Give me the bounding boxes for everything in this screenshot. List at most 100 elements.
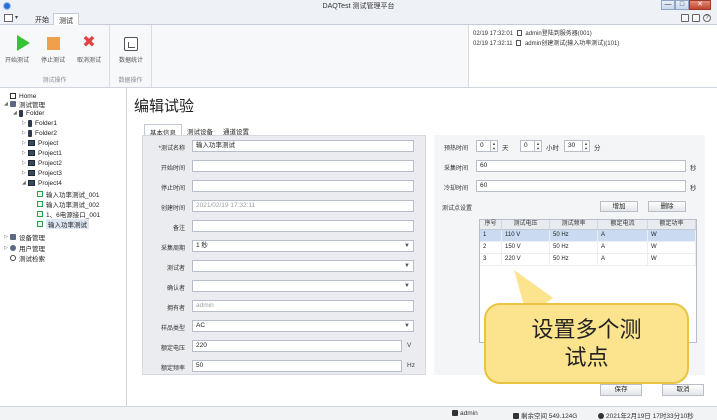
cool-time-input[interactable]: 60 xyxy=(476,180,686,192)
table-cell[interactable]: 50 Hz xyxy=(550,230,598,241)
test-icon xyxy=(37,201,43,207)
name-input[interactable]: 输入功率测试 xyxy=(192,140,414,152)
spin-buttons-icon[interactable]: ▲ ▼ xyxy=(582,141,589,151)
period-select[interactable]: 1 秒 ▼ xyxy=(192,240,414,252)
collect-time-input[interactable]: 60 xyxy=(476,160,686,172)
column-header[interactable]: 测试频率 xyxy=(550,220,598,229)
start-test-label: 开始测试 xyxy=(4,58,29,64)
minutes-unit: 分 xyxy=(594,145,601,152)
device-manage-icon xyxy=(10,234,16,240)
callout-annotation: 设置多个测 试点 xyxy=(484,303,689,384)
tester-label: 测试者 xyxy=(166,266,185,272)
note-input[interactable] xyxy=(192,220,414,232)
column-header[interactable]: 额定功率 xyxy=(648,220,696,229)
table-cell[interactable]: W xyxy=(648,230,696,241)
test-icon xyxy=(37,221,43,227)
quick-access-icon[interactable] xyxy=(4,14,13,22)
tree-item-label: 设备管理 xyxy=(19,235,45,242)
cancel-test-button[interactable]: ✖ 取消测试 xyxy=(76,35,102,65)
dropdown-arrow-icon[interactable]: ▼ xyxy=(404,241,410,251)
delete-point-button[interactable]: 删除 xyxy=(648,201,686,212)
tab-test[interactable]: 测试 xyxy=(53,13,79,25)
table-cell[interactable]: 110 V xyxy=(502,230,550,241)
table-cell[interactable]: A xyxy=(598,242,648,253)
tree-item[interactable]: ▷ Project1 xyxy=(22,148,62,158)
tree-item[interactable]: ◢ Project4 xyxy=(22,178,62,188)
user-icon xyxy=(452,410,458,416)
start-label: 开始时间 xyxy=(160,166,185,172)
layout-icon[interactable] xyxy=(681,14,689,22)
project-icon xyxy=(28,170,35,176)
status-bar: admin 剩余空间 549.124G 2021年2月19日 17时33分10秒 xyxy=(0,406,717,420)
table-cell[interactable]: 50 Hz xyxy=(550,254,598,265)
save-button[interactable]: 保存 xyxy=(600,384,642,396)
start-input[interactable] xyxy=(192,160,414,172)
voltage-input[interactable]: 220 xyxy=(192,340,402,352)
frequency-input[interactable]: 50 xyxy=(192,360,402,372)
collect-time-label: 采集时间 xyxy=(443,166,468,172)
tree-item[interactable]: ▷ 用户管理 xyxy=(4,243,45,253)
preheat-hours-input[interactable]: 0 ▲ ▼ xyxy=(520,140,542,152)
spin-buttons-icon[interactable]: ▲ ▼ xyxy=(534,141,541,151)
cancel-button[interactable]: 取消 xyxy=(662,384,704,396)
maximize-button[interactable]: □ xyxy=(675,0,689,10)
data-stats-button[interactable]: 数据统计 xyxy=(116,35,146,64)
spin-buttons-icon[interactable]: ▲ ▼ xyxy=(490,141,497,151)
tab-channel-settings[interactable]: 通道设置 xyxy=(218,124,254,136)
tree-item[interactable]: ▷ Project xyxy=(22,138,58,148)
minimize-button[interactable]: — xyxy=(661,0,675,10)
table-cell[interactable]: A xyxy=(598,254,648,265)
preheat-days-input[interactable]: 0 ▲ ▼ xyxy=(476,140,498,152)
table-cell[interactable]: 150 V xyxy=(502,242,550,253)
column-header[interactable]: 序号 xyxy=(480,220,502,229)
tree-item[interactable]: ▷ 设备管理 xyxy=(4,232,45,242)
sample_type-select[interactable]: AC ▼ xyxy=(192,320,414,332)
table-row[interactable]: 1 110 V 50 Hz A W xyxy=(480,230,696,242)
table-cell[interactable]: W xyxy=(648,254,696,265)
tester-select[interactable]: ▼ xyxy=(192,260,414,272)
close-button[interactable]: ✕ xyxy=(689,0,711,10)
tree-item[interactable]: 输入功率测试_002 xyxy=(31,199,99,209)
table-cell[interactable]: 1 xyxy=(480,230,502,241)
tree-item[interactable]: 输入功率测试 xyxy=(31,219,89,229)
clock-icon xyxy=(598,413,604,419)
folder-icon xyxy=(28,129,32,137)
tree-item[interactable]: ▷ Folder2 xyxy=(22,128,57,138)
tree-item[interactable]: 1、6电源接口_001 xyxy=(31,209,100,219)
tree-item[interactable]: 输入功率测试_001 xyxy=(31,189,99,199)
tree-item[interactable]: ▷ Project3 xyxy=(22,168,62,178)
save-icon[interactable] xyxy=(692,14,700,22)
dropdown-arrow-icon[interactable]: ▼ xyxy=(404,281,410,291)
tab-start[interactable]: 开始 xyxy=(30,13,54,25)
ribbon-tabs: ▾ 开始 测试 ? xyxy=(0,12,717,25)
table-cell[interactable]: A xyxy=(598,230,648,241)
project-icon xyxy=(28,180,35,186)
table-row[interactable]: 2 150 V 50 Hz A W xyxy=(480,242,696,254)
page-title: 编辑试验 xyxy=(134,98,195,115)
hours-unit: 小时 xyxy=(546,145,559,152)
tree-item[interactable]: ◢ Folder xyxy=(13,108,44,118)
table-cell[interactable]: 2 xyxy=(480,242,502,253)
help-icon[interactable]: ? xyxy=(703,14,711,22)
confirmer-select[interactable]: ▼ xyxy=(192,280,414,292)
dropdown-arrow-icon[interactable]: ▼ xyxy=(404,261,410,271)
chevron-down-icon[interactable]: ▾ xyxy=(15,14,18,21)
tree-item[interactable]: 测试检索 xyxy=(4,253,45,263)
stop-input[interactable] xyxy=(192,180,414,192)
cool-time-unit: 秒 xyxy=(690,185,697,192)
tree-item[interactable]: ▷ Project2 xyxy=(22,158,62,168)
column-header[interactable]: 测试电压 xyxy=(502,220,550,229)
tab-basic-info[interactable]: 基本信息 xyxy=(144,124,182,137)
table-row[interactable]: 3 220 V 50 Hz A W xyxy=(480,254,696,266)
stop-test-button[interactable]: 停止测试 xyxy=(40,35,66,64)
dropdown-arrow-icon[interactable]: ▼ xyxy=(404,321,410,331)
table-cell[interactable]: 3 xyxy=(480,254,502,265)
table-cell[interactable]: 50 Hz xyxy=(550,242,598,253)
column-header[interactable]: 额定电流 xyxy=(598,220,648,229)
start-test-button[interactable]: 开始测试 xyxy=(4,35,30,64)
table-cell[interactable]: W xyxy=(648,242,696,253)
add-point-button[interactable]: 增加 xyxy=(600,201,638,212)
tree-item[interactable]: ▷ Folder1 xyxy=(22,118,57,128)
tab-test-devices[interactable]: 测试设备 xyxy=(182,124,218,136)
preheat-minutes-input[interactable]: 30 ▲ ▼ xyxy=(564,140,590,152)
